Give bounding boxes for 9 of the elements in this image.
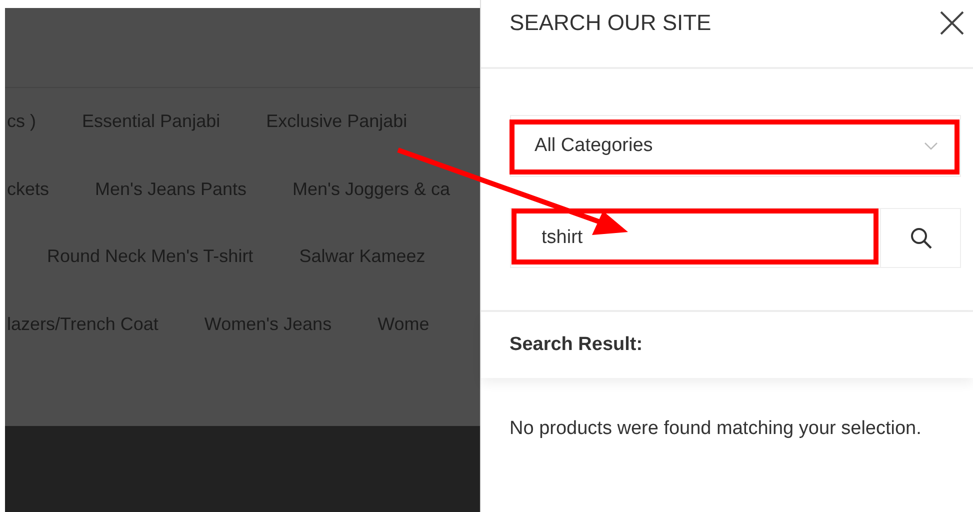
- no-results-message: No products were found matching your selection.: [510, 418, 922, 440]
- search-icon: [908, 226, 932, 250]
- chevron-down-icon: [924, 142, 938, 150]
- search-button[interactable]: [881, 208, 961, 268]
- close-button[interactable]: [939, 10, 965, 36]
- result-heading: Search Result:: [510, 334, 643, 356]
- category-select[interactable]: All Categories: [510, 115, 961, 177]
- close-icon: [939, 10, 965, 36]
- panel-title: SEARCH OUR SITE: [510, 10, 712, 36]
